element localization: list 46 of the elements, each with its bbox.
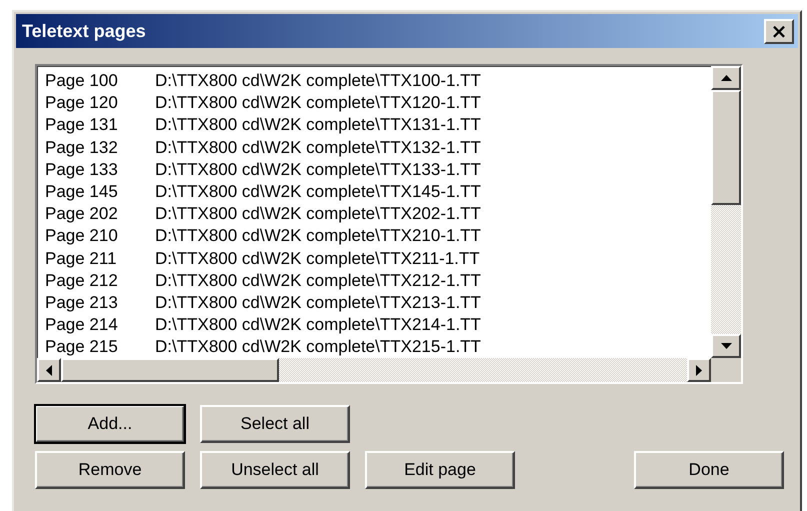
file-path: D:\TTX800 cd\W2K complete\TTX133-1.TT — [155, 158, 481, 181]
page-number: Page 133 — [45, 158, 119, 181]
scroll-right-button[interactable] — [687, 358, 711, 382]
scroll-left-button[interactable] — [37, 358, 61, 382]
right-arrow-icon — [696, 364, 702, 376]
file-path: D:\TTX800 cd\W2K complete\TTX215-1.TT — [155, 336, 481, 358]
page-number: Page 215 — [45, 336, 119, 358]
page-number: Page 213 — [45, 292, 119, 314]
page-number: Page 132 — [45, 136, 119, 159]
file-path: D:\TTX800 cd\W2K complete\TTX131-1.TT — [155, 114, 481, 136]
page-number: Page 131 — [45, 114, 119, 136]
scrollbar-corner — [711, 358, 741, 382]
file-path: D:\TTX800 cd\W2K complete\TTX213-1.TT — [155, 292, 481, 314]
file-path: D:\TTX800 cd\W2K complete\TTX120-1.TT — [155, 92, 481, 114]
page-list[interactable] — [35, 64, 743, 384]
page-number: Page 210 — [45, 225, 119, 248]
page-number: Page 212 — [45, 270, 119, 292]
file-path: D:\TTX800 cd\W2K complete\TTX212-1.TT — [155, 270, 481, 292]
file-path: D:\TTX800 cd\W2K complete\TTX100-1.TT — [155, 70, 481, 92]
file-path: D:\TTX800 cd\W2K complete\TTX210-1.TT — [155, 225, 481, 248]
page-number: Page 145 — [45, 181, 119, 204]
left-arrow-icon — [46, 364, 52, 376]
page-number: Page 214 — [45, 314, 119, 336]
up-arrow-icon — [720, 75, 732, 81]
file-path: D:\TTX800 cd\W2K complete\TTX214-1.TT — [155, 314, 481, 336]
scroll-down-button[interactable] — [711, 334, 741, 358]
down-arrow-icon — [720, 343, 732, 349]
scroll-up-button[interactable] — [711, 66, 741, 90]
window-title: Teletext pages — [22, 20, 146, 42]
page-number: Page 211 — [45, 248, 118, 270]
close-button[interactable]: × — [764, 18, 794, 44]
page-number: Page 120 — [45, 92, 119, 114]
scroll-thumb[interactable] — [61, 358, 279, 382]
page-number: Page 100 — [45, 70, 119, 92]
dialog-button[interactable]: Done — [634, 451, 784, 489]
dialog-button[interactable]: Add... — [35, 405, 185, 443]
file-path: D:\TTX800 cd\W2K complete\TTX132-1.TT — [155, 136, 481, 159]
file-path: D:\TTX800 cd\W2K complete\TTX145-1.TT — [155, 181, 481, 204]
dialog-button[interactable]: Select all — [200, 405, 350, 443]
scroll-thumb[interactable] — [711, 90, 741, 205]
dialog-button[interactable]: Edit page — [365, 451, 515, 489]
page-number: Page 202 — [45, 203, 119, 226]
file-path: D:\TTX800 cd\W2K complete\TTX202-1.TT — [155, 203, 481, 226]
dialog-button[interactable]: Unselect all — [200, 451, 350, 489]
file-path: D:\TTX800 cd\W2K complete\TTX211-1.TT — [155, 248, 480, 270]
dialog-button[interactable]: Remove — [35, 451, 185, 489]
